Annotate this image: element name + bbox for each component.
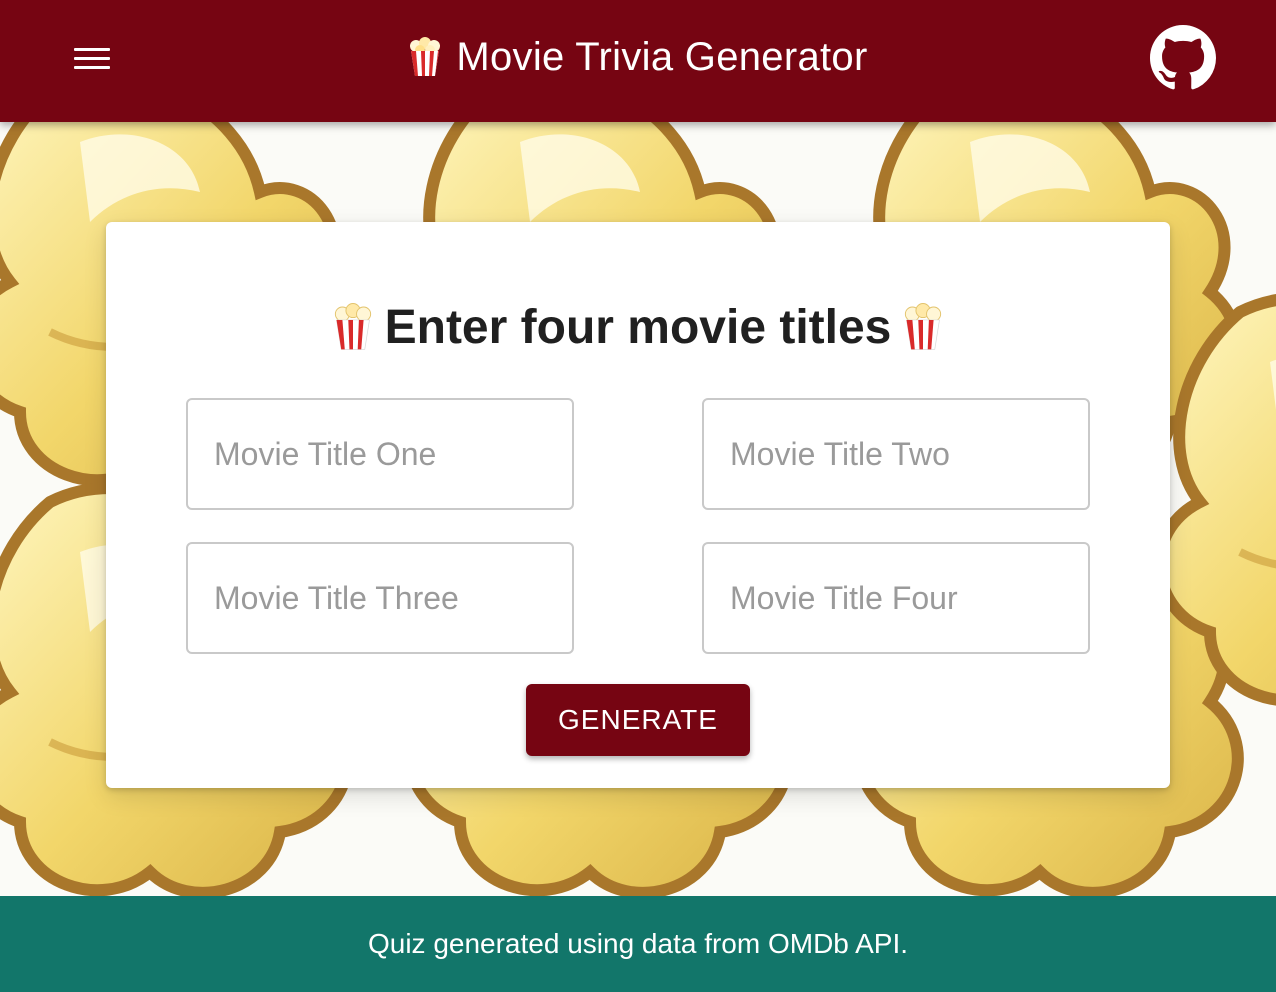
app-header: Movie Trivia Generator (0, 0, 1276, 122)
app-title-wrap: Movie Trivia Generator (0, 30, 1276, 84)
form-heading-text: Enter four movie titles (384, 300, 892, 354)
app-title: Movie Trivia Generator (456, 34, 868, 79)
footer-text: Quiz generated using data from OMDb API. (367, 928, 909, 959)
movie-title-four-input[interactable] (704, 544, 1088, 652)
generate-button[interactable]: GENERATE (526, 684, 750, 756)
movie-title-two-input[interactable] (704, 400, 1088, 508)
footer: Quiz generated using data from OMDb API. (0, 896, 1276, 992)
popcorn-icon (334, 303, 371, 350)
form-heading: Enter four movie titles (106, 292, 1170, 362)
popcorn-icon (410, 37, 441, 76)
popcorn-icon (905, 303, 942, 350)
movie-title-three-field[interactable] (186, 542, 574, 654)
movie-title-four-field[interactable] (702, 542, 1090, 654)
movie-title-two-field[interactable] (702, 398, 1090, 510)
movie-form-card: Enter four movie titles GENERATE (106, 222, 1170, 788)
github-icon[interactable] (1150, 25, 1216, 91)
movie-title-three-input[interactable] (188, 544, 572, 652)
movie-title-one-field[interactable] (186, 398, 574, 510)
movie-title-one-input[interactable] (188, 400, 572, 508)
